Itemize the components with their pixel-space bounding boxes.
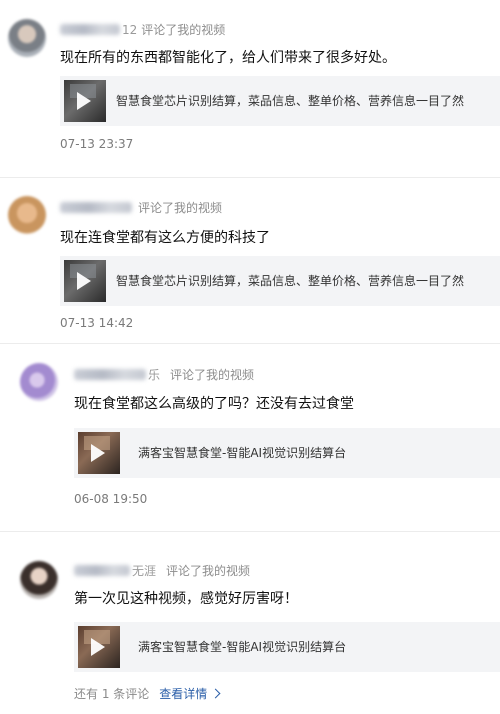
username-line: 评论了我的视频: [60, 200, 222, 216]
video-card[interactable]: 智慧食堂芯片识别结算，菜品信息、整单价格、营养信息一目了然: [60, 76, 500, 126]
video-title: 满客宝智慧食堂-智能AI视觉识别结算台: [138, 446, 347, 460]
play-icon: [77, 92, 91, 110]
username-suffix: 12: [122, 23, 138, 37]
video-card[interactable]: 满客宝智慧食堂-智能AI视觉识别结算台: [74, 428, 500, 478]
play-icon: [91, 444, 105, 462]
video-thumbnail[interactable]: [78, 432, 120, 474]
comment-action: 评论了我的视频: [141, 23, 226, 37]
more-replies-count: 还有 1 条评论: [74, 687, 150, 701]
video-thumbnail[interactable]: [64, 80, 106, 122]
user-avatar[interactable]: [8, 19, 46, 57]
divider: [0, 343, 500, 344]
comment-time: 07-13 23:37: [60, 137, 134, 151]
play-icon: [77, 272, 91, 290]
more-replies-row: 还有 1 条评论 查看详情: [74, 686, 221, 702]
divider: [0, 177, 500, 178]
video-card[interactable]: 智慧食堂芯片识别结算，菜品信息、整单价格、营养信息一目了然: [60, 256, 500, 306]
comment-time: 06-08 19:50: [74, 492, 148, 506]
comment-text: 第一次见这种视频，感觉好厉害呀！: [74, 591, 298, 607]
video-thumbnail[interactable]: [78, 626, 120, 668]
username-suffix: 乐: [148, 368, 161, 382]
username-redacted[interactable]: [74, 369, 146, 380]
username-line: 无涯 评论了我的视频: [74, 563, 250, 579]
comment-action: 评论了我的视频: [170, 368, 255, 382]
comment-action: 评论了我的视频: [138, 201, 223, 215]
comment-text: 现在所有的东西都智能化了，给人们带来了很多好处。: [60, 50, 396, 66]
username-line: 12 评论了我的视频: [60, 22, 225, 38]
view-details-label[interactable]: 查看详情: [159, 687, 207, 701]
user-avatar[interactable]: [20, 561, 58, 599]
video-title: 智慧食堂芯片识别结算，菜品信息、整单价格、营养信息一目了然: [116, 274, 465, 288]
username-redacted[interactable]: [60, 24, 120, 35]
video-title: 智慧食堂芯片识别结算，菜品信息、整单价格、营养信息一目了然: [116, 94, 465, 108]
chevron-right-icon[interactable]: [210, 688, 221, 699]
comment-action: 评论了我的视频: [166, 564, 251, 578]
comment-text: 现在食堂都这么高级的了吗？还没有去过食堂: [74, 396, 354, 412]
username-redacted[interactable]: [60, 202, 132, 213]
play-icon: [91, 638, 105, 656]
user-avatar[interactable]: [20, 363, 58, 401]
view-details-link[interactable]: 查看详情: [159, 687, 221, 701]
comment-time: 07-13 14:42: [60, 316, 134, 330]
divider: [0, 531, 500, 532]
username-suffix: 无涯: [132, 564, 157, 578]
video-card[interactable]: 满客宝智慧食堂-智能AI视觉识别结算台: [74, 622, 500, 672]
user-avatar[interactable]: [8, 196, 46, 234]
video-title: 满客宝智慧食堂-智能AI视觉识别结算台: [138, 640, 347, 654]
video-thumbnail[interactable]: [64, 260, 106, 302]
username-line: 乐评论了我的视频: [74, 367, 254, 383]
username-redacted[interactable]: [74, 565, 130, 576]
comment-text: 现在连食堂都有这么方便的科技了: [60, 230, 270, 246]
